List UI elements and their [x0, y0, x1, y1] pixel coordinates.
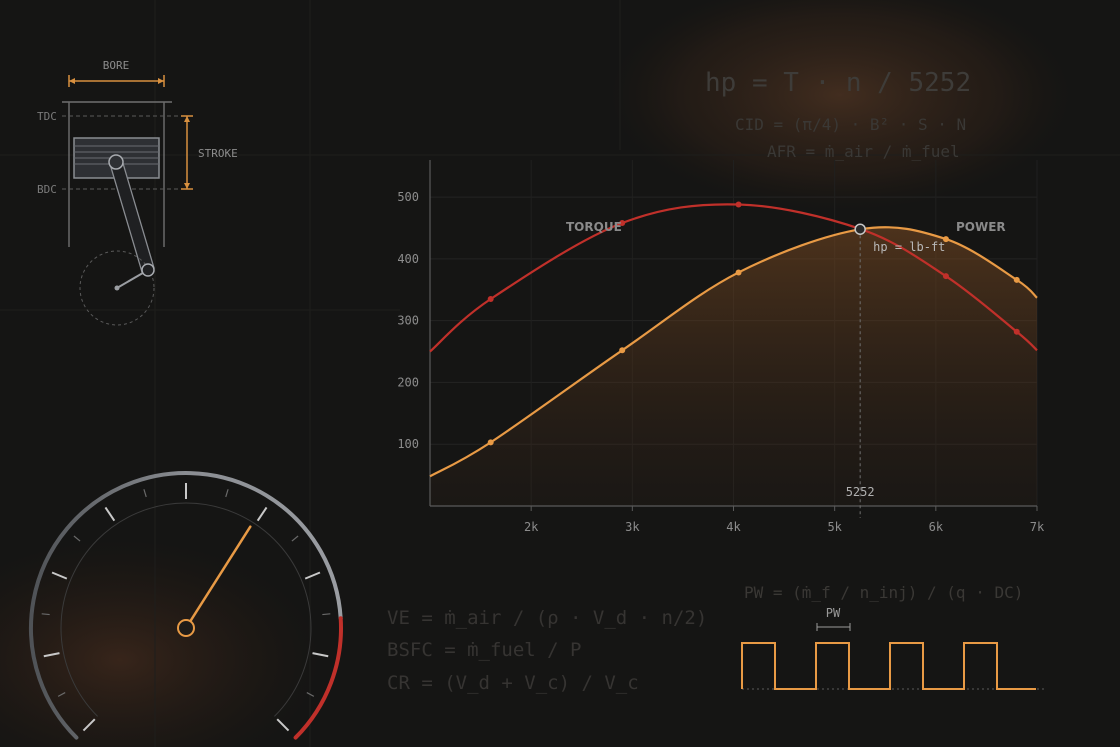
crank-pin	[141, 263, 155, 277]
y-tick-label: 500	[397, 190, 419, 204]
stroke-label: STROKE	[198, 147, 238, 160]
wrist-pin	[108, 154, 124, 170]
data-point-torque	[735, 201, 742, 208]
formula-cr: CR = (V_d + V_c) / V_c	[387, 672, 639, 694]
crossover-note: hp = lb-ft	[873, 240, 945, 254]
data-point-torque	[487, 296, 494, 303]
x-tick-label: 7k	[1030, 520, 1045, 534]
crossover-rpm-label: 5252	[846, 485, 875, 499]
formula-pw: PW = (ṁ_f / n_inj) / (q · DC)	[744, 583, 1023, 602]
gauge-hub	[177, 619, 195, 637]
series-label-torque: TORQUE	[566, 220, 622, 234]
formula-cid: CID = (π/4) · B² · S · N	[735, 115, 966, 134]
formula-bsfc: BSFC = ṁ_fuel / P	[387, 639, 581, 661]
formula-ve: VE = ṁ_air / (ρ · V_d · n/2)	[387, 607, 707, 629]
x-tick-label: 5k	[827, 520, 842, 534]
data-point-power	[487, 439, 494, 446]
data-point-torque	[942, 273, 949, 280]
y-tick-label: 100	[397, 437, 419, 451]
x-tick-label: 3k	[625, 520, 640, 534]
gauge-tick	[41, 613, 50, 616]
formula-hp: hp = T · n / 5252	[705, 68, 971, 98]
tdc-label: TDC	[37, 110, 57, 123]
data-point-power	[619, 347, 626, 354]
series-label-power: POWER	[956, 220, 1006, 234]
x-tick-label: 4k	[726, 520, 741, 534]
gauge-tick	[322, 613, 331, 616]
data-point-torque	[1013, 328, 1020, 335]
engine-visualization: hp = T · n / 5252 CID = (π/4) · B² · S ·…	[0, 0, 1120, 747]
x-tick-label: 6k	[929, 520, 944, 534]
y-tick-label: 400	[397, 252, 419, 266]
bdc-label: BDC	[37, 183, 57, 196]
bore-label: BORE	[103, 59, 130, 72]
x-tick-label: 2k	[524, 520, 539, 534]
formula-afr: AFR = ṁ_air / ṁ_fuel	[767, 142, 960, 161]
y-tick-label: 200	[397, 375, 419, 389]
pw-label: PW	[826, 606, 841, 620]
y-tick-label: 300	[397, 314, 419, 328]
data-point-power	[1013, 276, 1020, 283]
data-point-power	[735, 269, 742, 276]
crossover-marker	[854, 223, 866, 235]
